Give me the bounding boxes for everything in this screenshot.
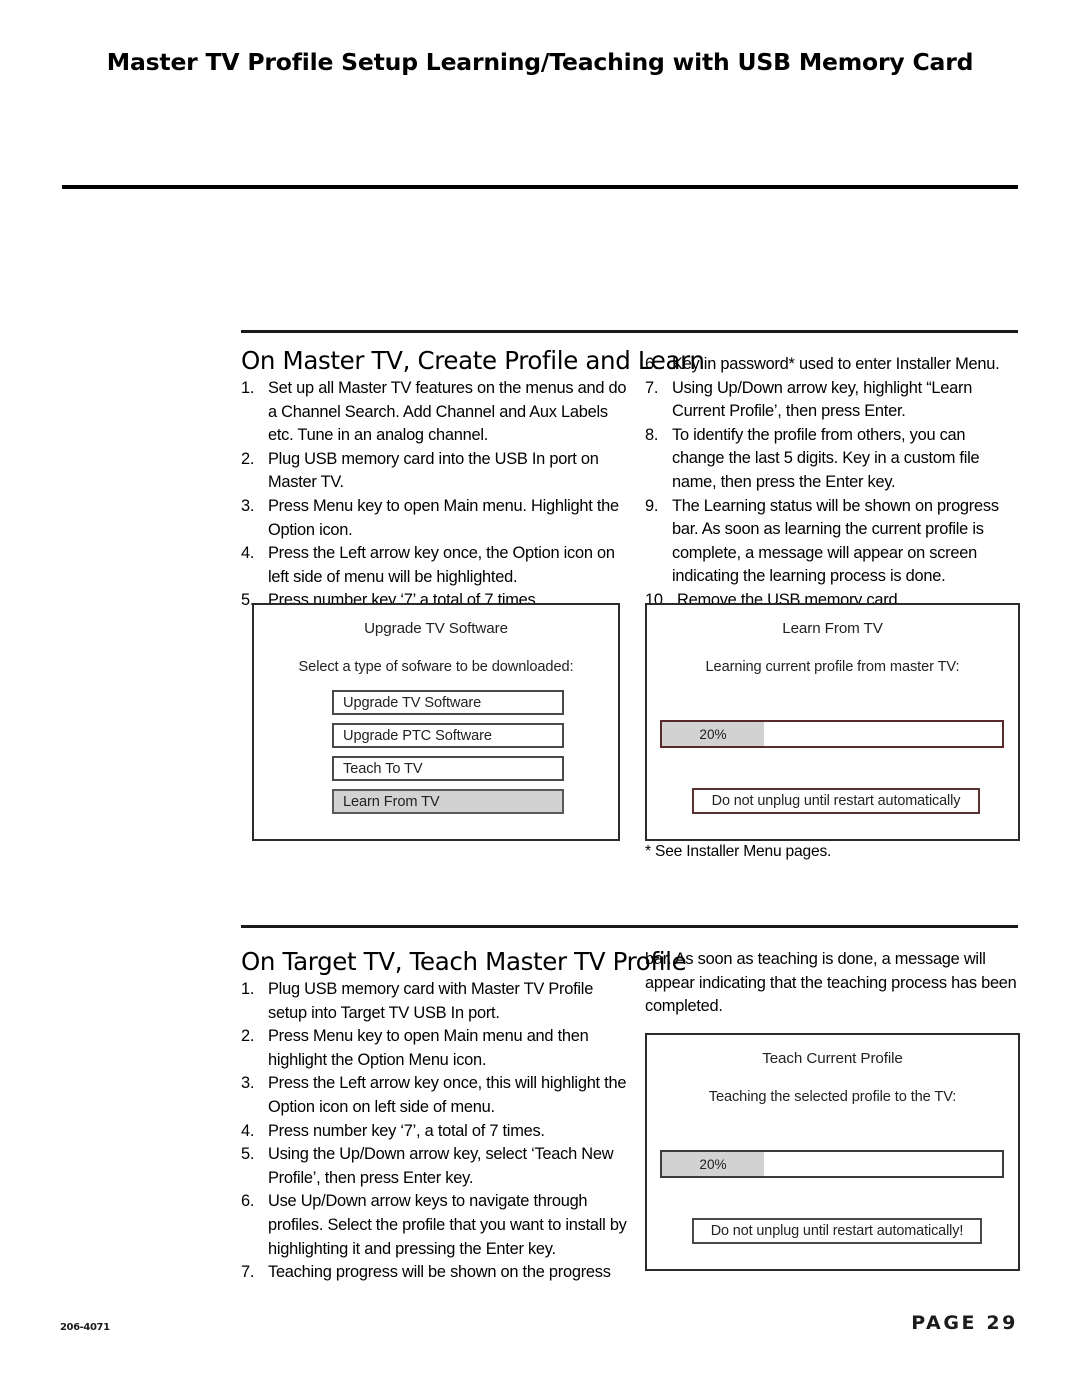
option-teach-to-tv[interactable]: Teach To TV xyxy=(332,756,564,781)
progress-bar-fill: 20% xyxy=(662,722,764,746)
list-item: 1. Plug USB memory card with Master TV Pr… xyxy=(241,978,633,1025)
step-number: 6. xyxy=(241,1192,255,1211)
step-number: 4. xyxy=(241,1121,255,1140)
step-text: Teaching progress will be shown on the p… xyxy=(268,1263,611,1282)
step-number: 7. xyxy=(241,1263,255,1282)
step-text: Press the Left arrow key once, this will… xyxy=(268,1074,627,1116)
dialog-upgrade-tv-software: Upgrade TV Software Select a type of sof… xyxy=(252,603,620,841)
step-number: 7. xyxy=(645,378,659,397)
master-left-column: On Master TV, Create Profile and Learn 1… xyxy=(241,346,705,613)
dialog-teach-current-profile: Teach Current Profile Teaching the selec… xyxy=(645,1033,1020,1271)
step-text: The Learning status will be shown on pro… xyxy=(672,496,999,586)
option-label: Teach To TV xyxy=(343,760,423,777)
list-item: 7. Using Up/Down arrow key, highlight “Le… xyxy=(645,377,1020,424)
list-item: 3. Press the Left arrow key once, this wi… xyxy=(241,1072,633,1119)
step-text: Plug USB memory card into the USB In por… xyxy=(268,449,599,492)
step-number: 9. xyxy=(645,496,659,515)
list-item: 3. Press Menu key to open Main menu. High… xyxy=(241,495,633,542)
section-divider-rule-master xyxy=(241,330,1018,333)
option-label: Upgrade PTC Software xyxy=(343,727,492,744)
step-number: 5. xyxy=(241,1145,255,1164)
list-item: 9. The Learning status will be shown on p… xyxy=(645,495,1020,589)
list-item: 4. Press the Left arrow key once, the Opt… xyxy=(241,542,633,589)
target-steps-list: 1. Plug USB memory card with Master TV Pr… xyxy=(241,978,633,1285)
list-item: 5. Using the Up/Down arrow key, select ‘T… xyxy=(241,1143,633,1190)
step-text: Key in password* used to enter Installer… xyxy=(672,355,1000,373)
dialog-title: Teach Current Profile xyxy=(762,1050,903,1067)
step-text: Using Up/Down arrow key, highlight “Lear… xyxy=(672,378,973,421)
section-divider-rule-target xyxy=(241,925,1018,928)
step-text: Press Menu key to open Main menu and the… xyxy=(268,1027,589,1069)
list-item: 4. Press number key ‘7’, a total of 7 tim… xyxy=(241,1120,633,1144)
header-divider-rule xyxy=(62,185,1018,189)
step-text: Using the Up/Down arrow key, select ‘Tea… xyxy=(268,1145,614,1187)
step-number: 3. xyxy=(241,496,255,515)
notice-text: Do not unplug until restart automaticall… xyxy=(710,1223,964,1239)
option-label: Upgrade TV Software xyxy=(343,694,482,711)
option-upgrade-tv-software[interactable]: Upgrade TV Software xyxy=(332,690,564,715)
progress-bar-teach: 20% xyxy=(660,1150,1004,1178)
step-number: 6. xyxy=(645,355,659,373)
software-type-option-list: Upgrade TV Software Upgrade PTC Software… xyxy=(332,690,564,814)
step-text: Use Up/Down arrow keys to navigate throu… xyxy=(268,1192,627,1258)
document-code: 206-4071 xyxy=(60,1322,110,1333)
page-number: PAGE 29 xyxy=(911,1312,1018,1334)
step-text: Press Menu key to open Main menu. Highli… xyxy=(268,496,619,539)
page-title: Master TV Profile Setup Learning/Teachin… xyxy=(106,48,974,76)
option-label: Learn From TV xyxy=(343,793,440,810)
step-text: Plug USB memory card with Master TV Prof… xyxy=(268,980,594,1022)
option-learn-from-tv[interactable]: Learn From TV xyxy=(332,789,564,814)
section-heading-master: On Master TV, Create Profile and Learn xyxy=(241,346,705,375)
step-text: To identify the profile from others, you… xyxy=(672,425,980,491)
step-number: 3. xyxy=(241,1074,255,1093)
installer-menu-footnote: * See Installer Menu pages. xyxy=(645,843,832,860)
progress-bar-fill: 20% xyxy=(662,1152,764,1176)
option-upgrade-ptc-software[interactable]: Upgrade PTC Software xyxy=(332,723,564,748)
dialog-title: Learn From TV xyxy=(782,620,883,637)
notice-do-not-unplug: Do not unplug until restart automaticall… xyxy=(692,788,980,814)
dialog-subtitle: Select a type of sofware to be downloade… xyxy=(298,659,574,675)
progress-bar-learn: 20% xyxy=(660,720,1004,748)
step-text: Press the Left arrow key once, the Optio… xyxy=(268,544,615,586)
master-right-column: 6. Key in password* used to enter Install… xyxy=(645,353,1020,613)
list-item: 2. Plug USB memory card into the USB In p… xyxy=(241,448,633,495)
dialog-subtitle: Teaching the selected profile to the TV: xyxy=(708,1089,957,1105)
list-item: 8. To identify the profile from others, y… xyxy=(645,424,1020,495)
list-item: 7. Teaching progress will be shown on the… xyxy=(241,1261,633,1285)
progress-percent-label: 20% xyxy=(699,726,727,742)
target-continuation-text: bar. As soon as teaching is done, a mess… xyxy=(645,950,1017,1016)
dialog-learn-from-tv: Learn From TV Learning current profile f… xyxy=(645,603,1020,841)
target-left-column: On Target TV, Teach Master TV Profile 1.… xyxy=(241,947,687,1285)
list-item: 6. Use Up/Down arrow keys to navigate thr… xyxy=(241,1190,633,1261)
notice-text: Do not unplug until restart automaticall… xyxy=(711,793,961,809)
list-item: 2. Press Menu key to open Main menu and t… xyxy=(241,1025,633,1072)
master-steps-left-list: 1. Set up all Master TV features on the m… xyxy=(241,377,633,613)
list-item: 6. Key in password* used to enter Install… xyxy=(645,353,1020,377)
step-number: 8. xyxy=(645,425,659,444)
progress-percent-label: 20% xyxy=(699,1156,727,1172)
step-number: 1. xyxy=(241,980,255,998)
step-number: 2. xyxy=(241,449,255,468)
master-steps-right-list: 6. Key in password* used to enter Install… xyxy=(645,353,1020,613)
step-number: 4. xyxy=(241,544,255,563)
list-item: 1. Set up all Master TV features on the m… xyxy=(241,377,633,448)
step-text: Press number key ‘7’, a total of 7 times… xyxy=(268,1121,545,1140)
section-heading-target: On Target TV, Teach Master TV Profile xyxy=(241,947,687,976)
step-text: Set up all Master TV features on the men… xyxy=(268,379,627,445)
dialog-title: Upgrade TV Software xyxy=(364,620,508,637)
dialog-subtitle: Learning current profile from master TV: xyxy=(705,659,960,675)
notice-do-not-unplug: Do not unplug until restart automaticall… xyxy=(692,1218,982,1244)
step-number: 1. xyxy=(241,379,255,397)
step-number: 2. xyxy=(241,1027,255,1046)
